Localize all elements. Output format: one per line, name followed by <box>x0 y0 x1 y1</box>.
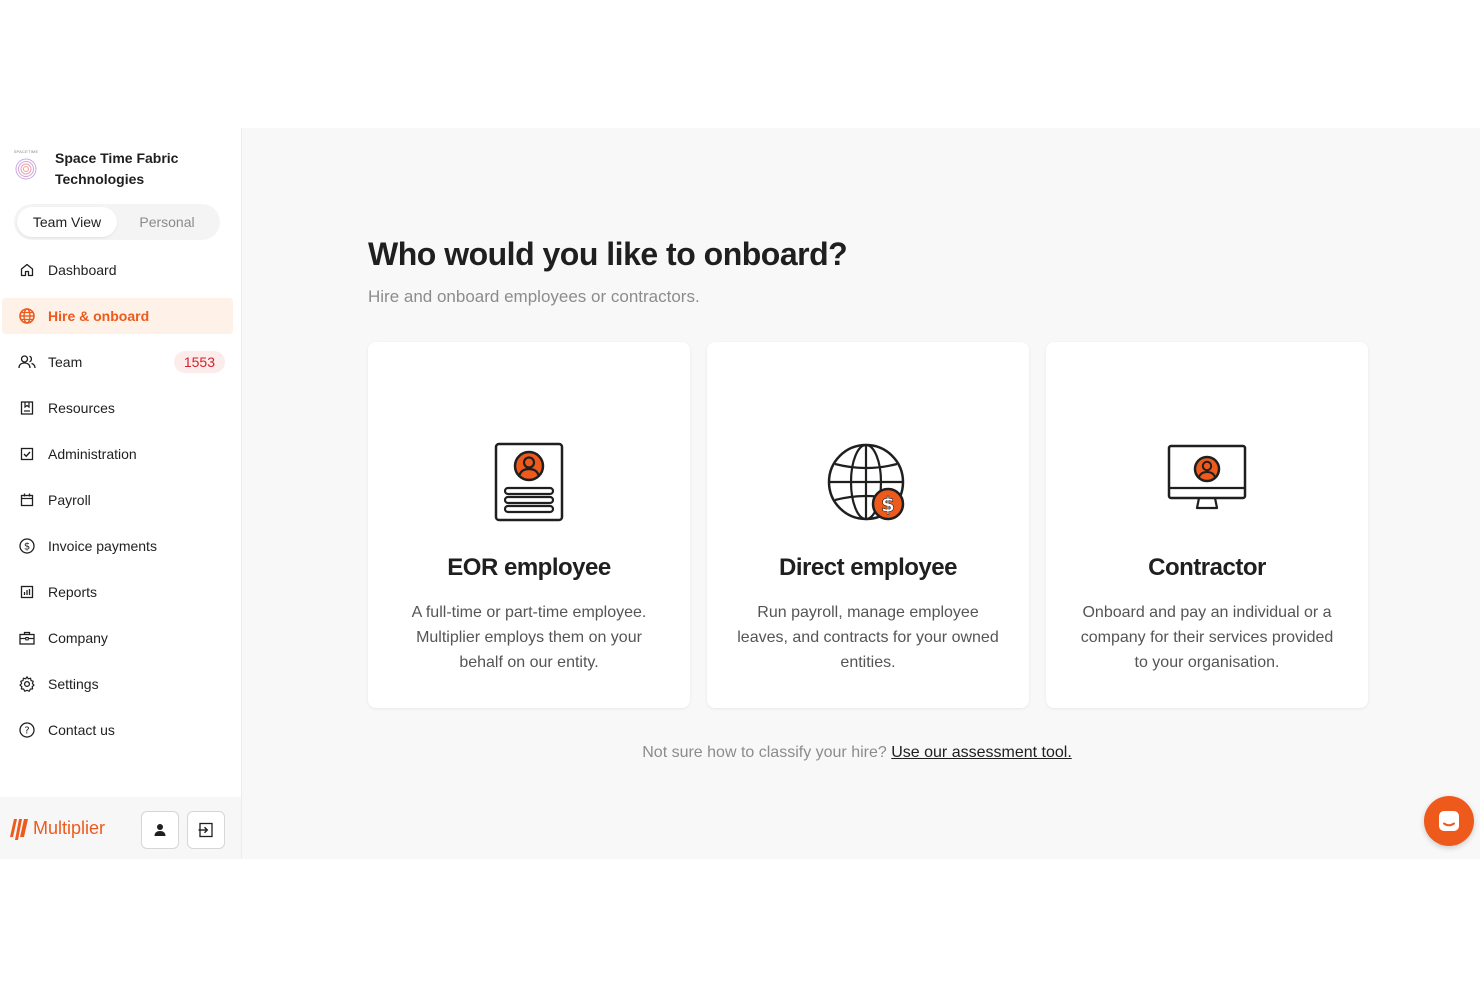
team-view-toggle[interactable]: Team View <box>17 207 117 237</box>
sidebar-item-label: Hire & onboard <box>48 308 150 324</box>
gear-icon <box>18 675 36 693</box>
svg-text:$: $ <box>24 542 30 553</box>
brand-name: Multiplier <box>33 817 106 838</box>
org-name: Space Time Fabric Technologies <box>55 148 178 190</box>
sidebar-item-team[interactable]: Team 1553 <box>2 344 233 380</box>
sidebar-nav: Dashboard Hire & onboard Team 1553 Resou… <box>0 252 241 748</box>
assessment-tool-link[interactable]: Use our assessment tool. <box>891 744 1072 761</box>
profile-button[interactable] <box>141 811 179 849</box>
book-icon <box>18 399 36 417</box>
home-icon <box>18 261 36 279</box>
direct-employee-card[interactable]: $ Direct employee Run payroll, manage em… <box>707 342 1029 708</box>
checkbox-icon <box>18 445 36 463</box>
sidebar-item-label: Reports <box>48 584 98 600</box>
org-logo: SPACETIME <box>10 149 42 189</box>
card-description: A full-time or part-time employee. Multi… <box>411 604 647 671</box>
card-description: Onboard and pay an individual or a compa… <box>1080 604 1334 671</box>
svg-text:$: $ <box>881 493 895 517</box>
people-icon <box>18 353 36 371</box>
page-title: Who would you like to onboard? <box>368 236 848 272</box>
app-shell: SPACETIME Space Time Fabric Technologies… <box>0 128 1480 859</box>
sidebar-item-label: Dashboard <box>48 262 117 278</box>
assessment-hint: Not sure how to classify your hire? Use … <box>242 744 1480 762</box>
sidebar-item-label: Invoice payments <box>48 538 157 554</box>
view-toggle: Team View Personal <box>14 204 220 240</box>
sidebar-item-label: Contact us <box>48 722 115 738</box>
calendar-icon <box>18 491 36 509</box>
sidebar-item-payroll[interactable]: Payroll <box>2 482 233 518</box>
sidebar-item-label: Administration <box>48 446 137 462</box>
sidebar-item-label: Payroll <box>48 492 91 508</box>
onboard-options: EOR employee A full-time or part-time em… <box>368 342 1368 708</box>
sidebar-item-resources[interactable]: Resources <box>2 390 233 426</box>
globe-dollar-icon: $ <box>827 443 905 521</box>
sidebar-item-label: Company <box>48 630 108 646</box>
dollar-circle-icon: $ <box>18 537 36 555</box>
chat-launcher-button[interactable] <box>1424 796 1474 846</box>
question-circle-icon: ? <box>18 721 36 739</box>
card-title: Direct employee <box>779 554 957 581</box>
sidebar: SPACETIME Space Time Fabric Technologies… <box>0 128 242 859</box>
sidebar-item-hire-onboard[interactable]: Hire & onboard <box>2 298 233 334</box>
globe-icon <box>18 307 36 325</box>
card-description: Run payroll, manage employee leaves, and… <box>737 604 999 671</box>
chat-icon <box>1439 811 1459 831</box>
sidebar-item-label: Resources <box>48 400 115 416</box>
org-name-line2: Technologies <box>55 171 145 187</box>
svg-text:?: ? <box>24 726 29 737</box>
assessment-prefix: Not sure how to classify your hire? <box>642 744 887 761</box>
personal-view-toggle[interactable]: Personal <box>117 207 217 237</box>
org-name-line1: Space Time Fabric <box>55 150 179 166</box>
fingerprint-icon <box>15 158 37 180</box>
sidebar-item-invoice-payments[interactable]: $ Invoice payments <box>2 528 233 564</box>
contractor-card[interactable]: Contractor Onboard and pay an individual… <box>1046 342 1368 708</box>
sidebar-item-label: Team <box>48 354 83 370</box>
sidebar-footer: Multiplier <box>0 797 241 859</box>
logout-button[interactable] <box>187 811 225 849</box>
sidebar-item-company[interactable]: Company <box>2 620 233 656</box>
sidebar-item-settings[interactable]: Settings <box>2 666 233 702</box>
card-title: EOR employee <box>447 554 611 581</box>
eor-employee-card[interactable]: EOR employee A full-time or part-time em… <box>368 342 690 708</box>
id-document-icon <box>494 442 564 522</box>
sidebar-item-dashboard[interactable]: Dashboard <box>2 252 233 288</box>
card-title: Contractor <box>1148 554 1266 581</box>
briefcase-icon <box>18 629 36 647</box>
monitor-user-icon <box>1167 444 1247 510</box>
multiplier-mark-icon <box>10 819 28 840</box>
page-subtitle: Hire and onboard employees or contractor… <box>368 287 700 306</box>
bar-chart-icon <box>18 583 36 601</box>
sidebar-item-label: Settings <box>48 676 99 692</box>
team-count-badge: 1553 <box>173 351 225 373</box>
sidebar-item-administration[interactable]: Administration <box>2 436 233 472</box>
logout-icon <box>198 822 213 838</box>
sidebar-item-contact-us[interactable]: ? Contact us <box>2 712 233 748</box>
main-content: Who would you like to onboard? Hire and … <box>242 128 1480 859</box>
multiplier-logo[interactable]: Multiplier <box>8 813 105 843</box>
user-icon <box>154 824 166 836</box>
sidebar-item-reports[interactable]: Reports <box>2 574 233 610</box>
org-header[interactable]: SPACETIME Space Time Fabric Technologies <box>0 128 241 192</box>
